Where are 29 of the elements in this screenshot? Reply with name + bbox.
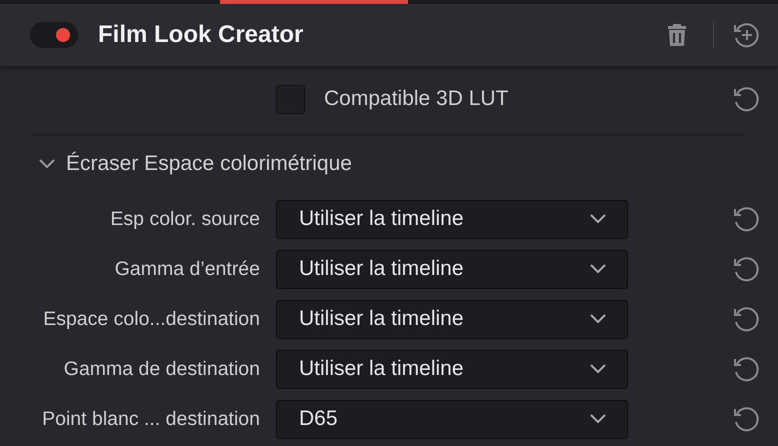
reset-icon[interactable] (732, 305, 760, 333)
checkbox-label: Compatible 3D LUT (324, 87, 508, 111)
dropdown[interactable]: Utiliser la timeline (276, 200, 628, 238)
dropdown[interactable]: D65 (276, 400, 628, 438)
field-label: Point blanc ... destination (41, 408, 260, 430)
field-label: Gamma de destination (62, 358, 260, 380)
reset-icon[interactable] (732, 255, 760, 283)
caret-icon (589, 263, 607, 275)
caret-icon (589, 313, 607, 325)
field-label: Gamma d’entrée (114, 258, 260, 280)
reset-add-icon[interactable] (732, 21, 760, 49)
checkbox[interactable] (276, 84, 305, 114)
dropdown[interactable]: Utiliser la timeline (276, 350, 628, 388)
reset-icon[interactable] (732, 85, 760, 113)
reset-icon[interactable] (732, 205, 760, 233)
field-label: Espace colo...destination (42, 308, 260, 330)
section-title: Écraser Espace colorimétrique (66, 152, 352, 176)
enable-toggle[interactable] (30, 22, 78, 48)
caret-icon (589, 363, 607, 375)
reset-icon[interactable] (732, 405, 760, 433)
dropdown[interactable]: Utiliser la timeline (276, 300, 628, 338)
node-title: Film Look Creator (98, 21, 304, 49)
chevron-icon[interactable] (38, 158, 56, 170)
reset-icon[interactable] (732, 355, 760, 383)
dropdown[interactable]: Utiliser la timeline (276, 250, 628, 288)
caret-icon (589, 413, 607, 425)
trash-icon[interactable] (667, 23, 687, 47)
field-label: Esp color. source (109, 208, 260, 230)
caret-icon (589, 213, 607, 225)
